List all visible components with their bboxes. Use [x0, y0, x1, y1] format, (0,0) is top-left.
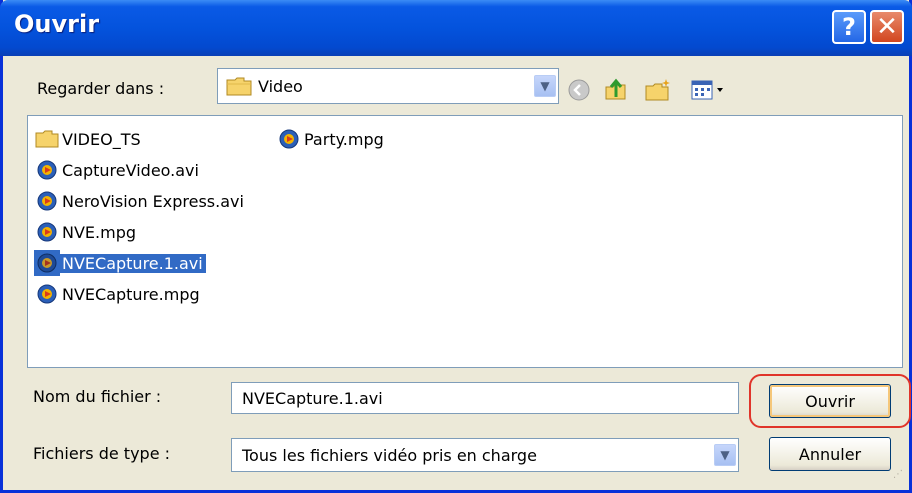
new-folder-icon[interactable] — [643, 76, 673, 104]
list-item[interactable]: NeroVision Express.avi — [34, 188, 247, 214]
video-file-icon — [34, 281, 60, 307]
list-item[interactable]: VIDEO_TS — [34, 126, 144, 152]
dialog-title: Ouvrir — [14, 10, 100, 38]
video-file-icon — [276, 126, 302, 152]
look-in-value: Video — [258, 76, 303, 96]
back-icon[interactable] — [565, 76, 593, 104]
video-file-icon — [34, 188, 60, 214]
list-item[interactable]: Party.mpg — [276, 126, 387, 152]
close-button[interactable]: ✕ — [870, 10, 904, 44]
filetype-combo[interactable]: Tous les fichiers vidéo pris en charge ▼ — [231, 438, 739, 472]
file-list[interactable]: VIDEO_TS CaptureVideo.avi NeroVision Exp… — [27, 115, 903, 368]
chevron-down-icon[interactable]: ▼ — [714, 444, 736, 466]
video-file-icon — [34, 219, 60, 245]
filetype-value: Tous les fichiers vidéo pris en charge — [242, 445, 537, 465]
filename-label: Nom du fichier : — [33, 387, 162, 406]
view-menu-icon[interactable] — [689, 76, 727, 104]
help-button[interactable]: ? — [832, 10, 866, 44]
open-button[interactable]: Ouvrir — [769, 384, 891, 418]
title-bar[interactable]: Ouvrir ? ✕ — [0, 0, 912, 56]
video-file-icon — [34, 157, 60, 183]
video-file-icon — [34, 250, 60, 276]
open-dialog: Ouvrir ? ✕ Regarder dans : Video ▼ VIDEO… — [0, 0, 912, 493]
list-item-selected[interactable]: NVECapture.1.avi — [34, 250, 206, 276]
list-item[interactable]: NVECapture.mpg — [34, 281, 203, 307]
look-in-label: Regarder dans : — [37, 79, 165, 98]
folder-icon — [34, 126, 60, 152]
cancel-button[interactable]: Annuler — [769, 437, 891, 471]
resize-grip[interactable]: ⋰ — [893, 470, 907, 486]
folder-icon — [226, 75, 254, 97]
filetype-label: Fichiers de type : — [33, 444, 171, 463]
list-item[interactable]: CaptureVideo.avi — [34, 157, 202, 183]
look-in-combo[interactable]: Video ▼ — [217, 68, 559, 104]
up-folder-icon[interactable] — [601, 76, 631, 104]
list-item[interactable]: NVE.mpg — [34, 219, 139, 245]
chevron-down-icon[interactable]: ▼ — [534, 75, 556, 97]
filename-input[interactable]: NVECapture.1.avi — [231, 382, 739, 414]
